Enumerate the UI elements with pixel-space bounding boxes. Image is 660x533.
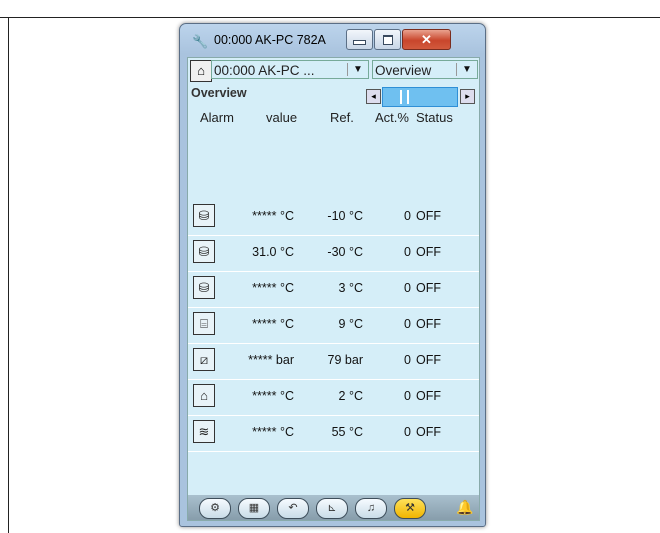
view-select-value: Overview [375, 63, 432, 78]
maximize-button[interactable] [374, 29, 401, 50]
table-row[interactable]: ⛁ ***** °C 3 °C 0 OFF [188, 271, 479, 308]
device-select-value: 00:000 AK-PC ... [214, 63, 315, 78]
minimize-button[interactable] [346, 29, 373, 50]
evaporator-icon[interactable]: ⌸ [193, 312, 215, 335]
table-row[interactable]: ⌸ ***** °C 9 °C 0 OFF [188, 307, 479, 344]
grid-icon: ▦ [248, 502, 260, 514]
cell-act: 0 [404, 317, 411, 331]
home-button[interactable]: ⌂ [190, 60, 212, 82]
cell-ref: 2 °C [338, 389, 363, 403]
cell-ref: 9 °C [338, 317, 363, 331]
cell-status: OFF [416, 317, 441, 331]
chevron-down-icon: ▼ [353, 64, 363, 75]
toolbar: ⌂ 00:000 AK-PC ... ▼ Overview ▼ [188, 58, 479, 82]
background-frame-left [8, 17, 9, 533]
cell-ref: 79 bar [327, 353, 363, 367]
cell-act: 0 [404, 281, 411, 295]
column-header-value: value [266, 110, 298, 125]
compressor-icon[interactable]: ⛁ [193, 276, 215, 299]
page-scroll-thumb[interactable] [400, 90, 409, 104]
device-select[interactable]: 00:000 AK-PC ... ▼ [211, 60, 369, 79]
nav-button[interactable]: ⚒ [394, 498, 426, 519]
nav-button[interactable]: ⚙ [199, 498, 231, 519]
close-icon: ✕ [421, 32, 432, 47]
page-next-button[interactable]: ▸ [460, 89, 475, 104]
cell-status: OFF [416, 281, 441, 295]
wrench-icon: ⚒ [405, 502, 415, 514]
compressor-icon[interactable]: ⛁ [193, 204, 215, 227]
bottom-nav: ⚙ ▦ ↶ ⊾ ♫ ⚒ 🔔 [188, 495, 479, 520]
nav-button[interactable]: ▦ [238, 498, 270, 519]
table-row[interactable]: ≋ ***** °C 55 °C 0 OFF [188, 415, 479, 452]
alarm-bell-icon[interactable]: 🔔 [456, 498, 473, 516]
column-header-ref: Ref. [330, 110, 354, 125]
section-label: Overview [191, 86, 247, 100]
arrow-right-icon: ▸ [465, 91, 470, 101]
page-scroll-track[interactable] [382, 87, 458, 107]
cell-status: OFF [416, 353, 441, 367]
cell-value: ***** bar [248, 353, 294, 367]
cell-status: OFF [416, 389, 441, 403]
table-row[interactable]: ⛁ 31.0 °C -30 °C 0 OFF [188, 235, 479, 272]
alarm-bell-outline-icon: ♫ [366, 502, 376, 514]
nav-button[interactable]: ⊾ [316, 498, 348, 519]
app-window: 🔧 00:000 AK-PC 782A ✕ ⌂ 00:000 AK-PC ...… [179, 23, 486, 527]
cell-value: ***** °C [252, 425, 294, 439]
plant-overview-icon: ⚙ [210, 502, 220, 514]
cell-act: 0 [404, 245, 411, 259]
home-icon: ⌂ [197, 63, 205, 78]
cell-status: OFF [416, 425, 441, 439]
table-row[interactable]: ⛁ ***** °C -10 °C 0 OFF [188, 199, 479, 236]
table-row[interactable]: ⌂ ***** °C 2 °C 0 OFF [188, 379, 479, 416]
window-title: 00:000 AK-PC 782A [214, 33, 326, 47]
view-select[interactable]: Overview ▼ [372, 60, 478, 79]
column-header-status: Status [416, 110, 453, 125]
maximize-icon [382, 34, 393, 45]
cell-ref: 55 °C [331, 425, 363, 439]
table-row[interactable]: ⧄ ***** bar 79 bar 0 OFF [188, 343, 479, 380]
cell-act: 0 [404, 425, 411, 439]
cell-ref: 3 °C [338, 281, 363, 295]
condenser-icon[interactable]: ⧄ [193, 348, 215, 371]
cell-act: 0 [404, 389, 411, 403]
background-frame-top [0, 0, 660, 18]
close-button[interactable]: ✕ [402, 29, 451, 50]
chevron-down-icon: ▼ [462, 64, 472, 75]
cell-status: OFF [416, 245, 441, 259]
cell-value: ***** °C [252, 317, 294, 331]
heat-exchanger-icon[interactable]: ≋ [193, 420, 215, 443]
column-header-act: Act.% [375, 110, 409, 125]
arrow-left-icon: ◂ [371, 91, 376, 101]
minimize-icon [353, 40, 366, 45]
title-bar[interactable]: 🔧 00:000 AK-PC 782A ✕ [180, 24, 485, 57]
column-header-alarm: Alarm [200, 110, 234, 125]
client-area: ⌂ 00:000 AK-PC ... ▼ Overview ▼ Overview… [187, 57, 480, 521]
cell-status: OFF [416, 209, 441, 223]
cell-value: ***** °C [252, 389, 294, 403]
receiver-icon[interactable]: ⌂ [193, 384, 215, 407]
wrench-app-icon: 🔧 [192, 34, 209, 49]
cell-value: ***** °C [252, 281, 294, 295]
cell-value: ***** °C [252, 209, 294, 223]
compressor-icon[interactable]: ⛁ [193, 240, 215, 263]
cell-act: 0 [404, 209, 411, 223]
cell-act: 0 [404, 353, 411, 367]
cell-ref: -30 °C [327, 245, 363, 259]
page-prev-button[interactable]: ◂ [366, 89, 381, 104]
cell-ref: -10 °C [327, 209, 363, 223]
cell-value: 31.0 °C [252, 245, 294, 259]
undo-icon: ↶ [288, 502, 298, 514]
nav-button[interactable]: ♫ [355, 498, 387, 519]
trend-graph-icon: ⊾ [327, 502, 337, 514]
nav-button[interactable]: ↶ [277, 498, 309, 519]
